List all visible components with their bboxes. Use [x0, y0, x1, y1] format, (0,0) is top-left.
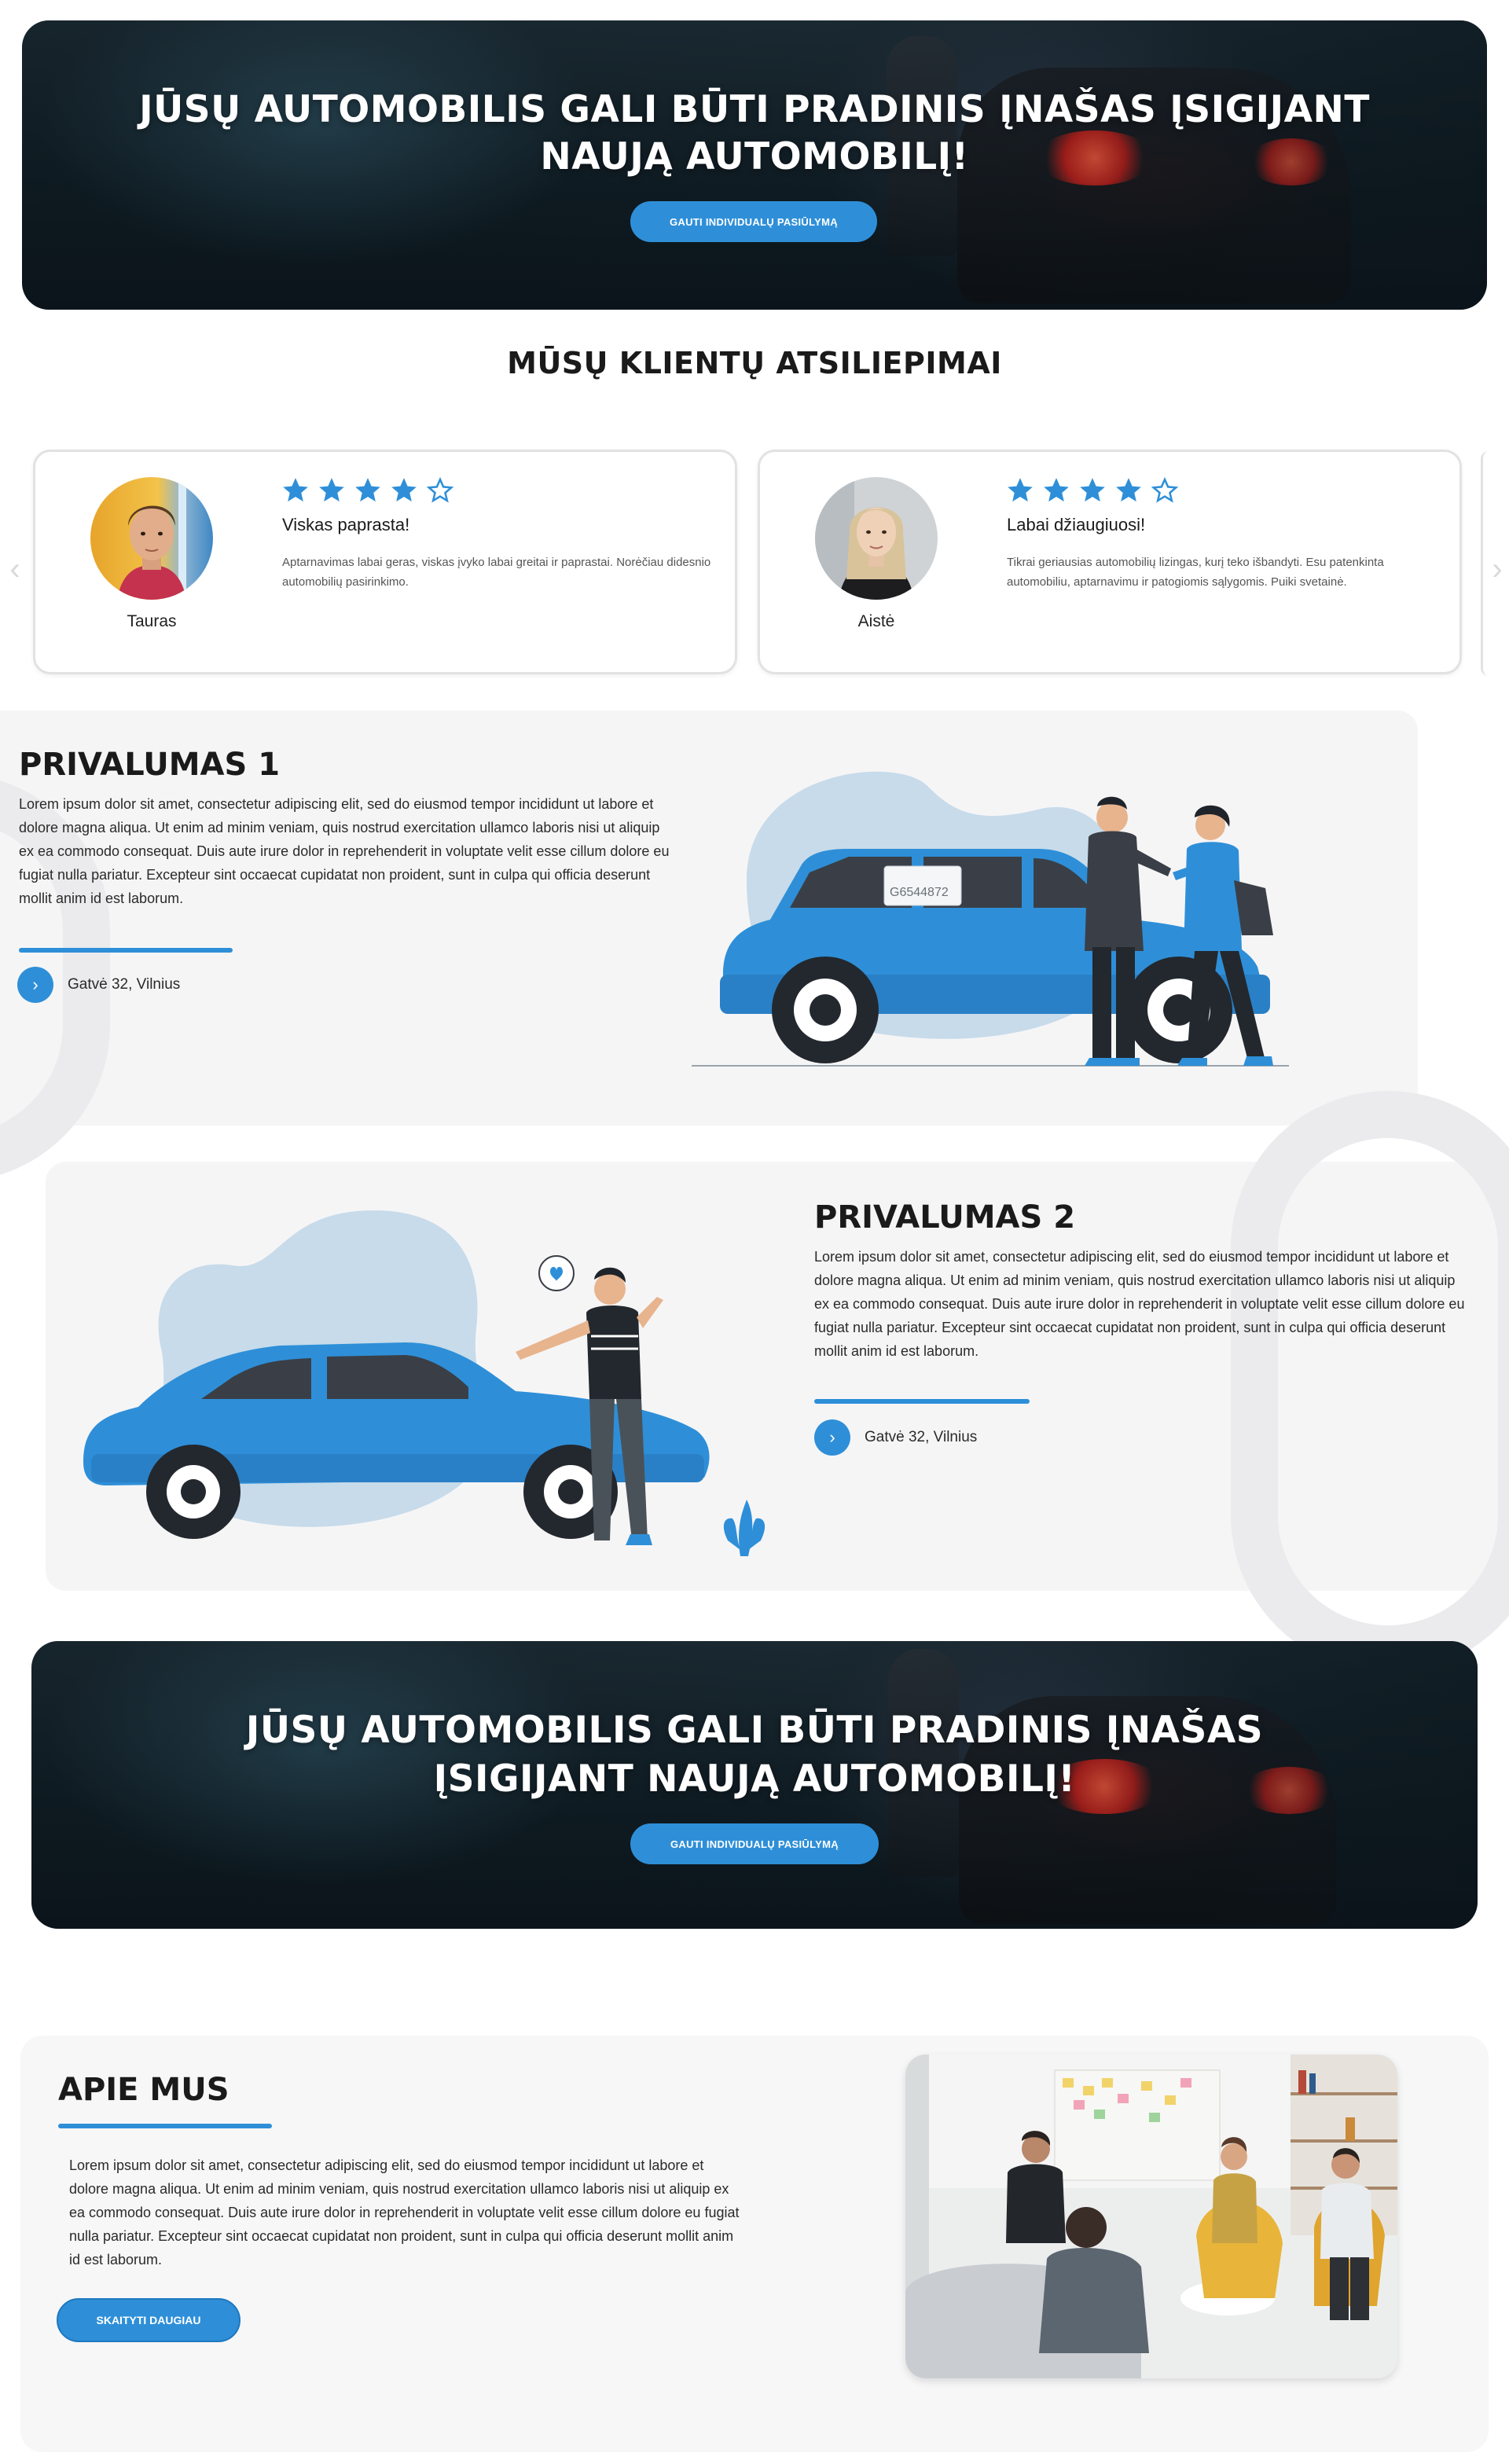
car-owner-illustration: [83, 1210, 766, 1556]
team-meeting-photo: [905, 2055, 1397, 2378]
star-filled-icon: [1116, 478, 1141, 502]
star-filled-icon: [1080, 478, 1105, 502]
feature-2-title: PRIVALUMAS 2: [814, 1199, 1076, 1236]
star-filled-icon: [319, 478, 344, 502]
chevron-right-circle-icon[interactable]: ›: [814, 1419, 850, 1456]
review-title: Labai džiaugiuosi!: [1007, 515, 1146, 534]
star-filled-icon: [283, 478, 308, 502]
chevron-right-icon[interactable]: ›: [1485, 553, 1509, 585]
star-filled-icon: [1008, 478, 1033, 502]
review-title: Viskas paprasta!: [282, 515, 410, 534]
star-filled-icon: [355, 478, 380, 502]
read-more-button[interactable]: SKAITYTI DAUGIAU: [57, 2298, 240, 2342]
feature-2-text: Lorem ipsum dolor sit amet, consectetur …: [814, 1249, 1465, 1359]
feature-1-divider: [19, 948, 233, 953]
next-card-peek: [1481, 451, 1489, 676]
review-card: Tauras Viskas paprasta! Aptarnavimas lab…: [33, 450, 737, 674]
about-text: Lorem ipsum dolor sit amet, consectetur …: [69, 2157, 740, 2268]
hero-title-line1: JŪSŲ AUTOMOBILIS GALI BŪTI PRADINIS ĮNAŠ…: [245, 1709, 1264, 1752]
get-offer-button-top[interactable]: GAUTI INDIVIDUALŲ PASIŪLYMĄ: [630, 201, 877, 242]
star-rating: [1005, 476, 1180, 505]
hero-banner-top: JŪSŲ AUTOMOBILIS GALI BŪTI PRADINIS ĮNAŠ…: [22, 20, 1487, 310]
plate-text: G6544872: [890, 886, 949, 899]
reviewer-name: Tauras: [127, 612, 177, 630]
hero-title-line2: NAUJĄ AUTOMOBILĮ!: [540, 135, 969, 178]
review-card: Aistė Labai džiaugiuosi! Tikrai geriausi…: [758, 450, 1462, 674]
review-text: Aptarnavimas labai geras, viskas įvyko l…: [282, 556, 711, 589]
hero-title-line2: ĮSIGIJANT NAUJĄ AUTOMOBILĮ!: [433, 1757, 1076, 1801]
star-filled-icon: [1044, 478, 1069, 502]
hero-title-line1: JŪSŲ AUTOMOBILIS GALI BŪTI PRADINIS ĮNAŠ…: [139, 88, 1370, 131]
avatar: [90, 477, 213, 600]
feature-1-text: Lorem ipsum dolor sit amet, consectetur …: [19, 796, 670, 906]
avatar: [815, 477, 938, 600]
chevron-left-icon[interactable]: ‹: [3, 553, 27, 585]
feature-1-location: Gatvė 32, Vilnius: [68, 976, 181, 993]
get-offer-button-bottom[interactable]: GAUTI INDIVIDUALŲ PASIŪLYMĄ: [630, 1823, 879, 1864]
testimonials-title: MŪSŲ KLIENTŲ ATSILIEPIMAI: [507, 346, 1002, 380]
car-handover-illustration: G6544872: [692, 771, 1289, 1067]
star-outline-icon: [1151, 476, 1179, 503]
reviewer-name: Aistė: [857, 612, 895, 630]
review-text: Tikrai geriausias automobilių lizingas, …: [1007, 556, 1384, 589]
feature-2-location: Gatvė 32, Vilnius: [865, 1429, 978, 1445]
star-filled-icon: [391, 478, 417, 502]
feature-2-divider: [814, 1399, 1030, 1404]
about-divider: [58, 2124, 272, 2128]
chevron-right-circle-icon[interactable]: ›: [17, 967, 53, 1003]
hero-banner-bottom: JŪSŲ AUTOMOBILIS GALI BŪTI PRADINIS ĮNAŠ…: [31, 1641, 1478, 1929]
star-rating: [281, 476, 455, 505]
about-title: APIE MUS: [58, 2072, 229, 2108]
star-outline-icon: [426, 476, 454, 503]
feature-1-title: PRIVALUMAS 1: [19, 747, 281, 783]
